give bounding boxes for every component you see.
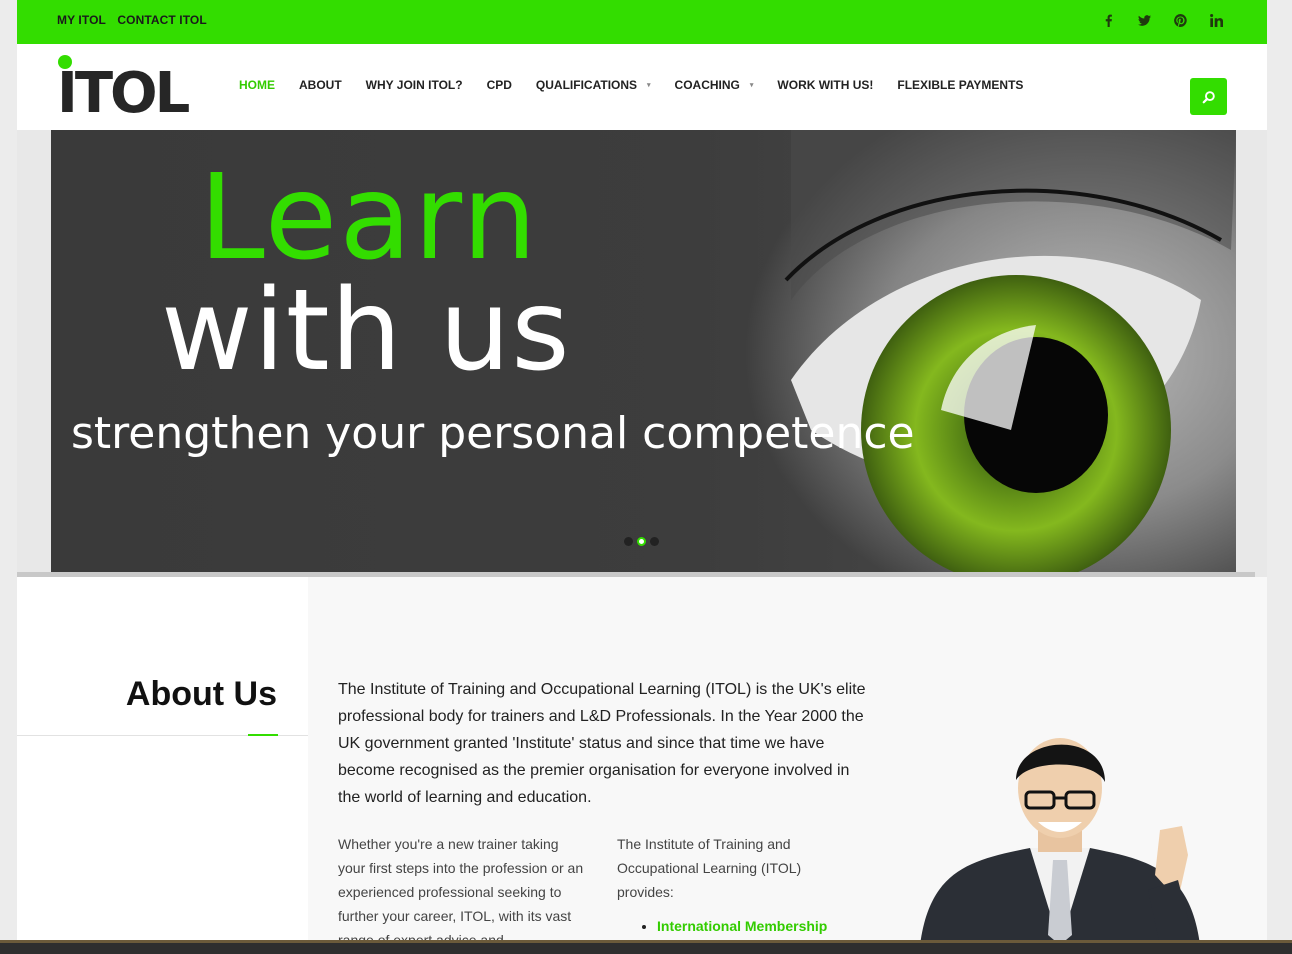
itol-logo[interactable]: ITOL xyxy=(57,54,190,126)
hero-slider: Learn with us strengthen your personal c… xyxy=(17,130,1267,577)
nav-qualifications[interactable]: QUALIFICATIONS ▾ xyxy=(536,78,651,92)
about-sidebar: About Us xyxy=(17,577,308,954)
slider-dot-active[interactable] xyxy=(637,537,646,546)
top-links: MY ITOL CONTACT ITOL xyxy=(57,13,215,27)
nav-home[interactable]: HOME xyxy=(239,78,275,92)
nav-cpd-label: CPD xyxy=(486,78,512,92)
nav-why-join[interactable]: WHY JOIN ITOL? xyxy=(366,78,463,92)
nav-about-label: ABOUT xyxy=(299,78,342,92)
hero-headline-with-us: with us xyxy=(161,266,571,396)
search-icon xyxy=(1202,90,1215,103)
about-column-2-text: The Institute of Training and Occupation… xyxy=(617,836,802,900)
hero-subheadline: strengthen your personal competence xyxy=(71,408,915,459)
provides-list: International Membership xyxy=(617,914,837,938)
slider-dots xyxy=(624,537,659,546)
dropdown-caret-icon: ▾ xyxy=(749,82,754,89)
slider-dot[interactable] xyxy=(624,537,633,546)
social-links xyxy=(1101,11,1223,29)
nav-about[interactable]: ABOUT xyxy=(299,78,342,92)
nav-why-join-label: WHY JOIN ITOL? xyxy=(365,78,463,92)
page: MY ITOL CONTACT ITOL ITOL HOME ABOUT WHY… xyxy=(17,0,1267,954)
about-intro: The Institute of Training and Occupation… xyxy=(338,681,866,806)
about-title: About Us xyxy=(125,675,277,713)
list-item-international-membership[interactable]: International Membership xyxy=(657,914,837,938)
twitter-icon[interactable] xyxy=(1137,11,1151,29)
nav-flexible-payments[interactable]: FLEXIBLE PAYMENTS xyxy=(897,78,1023,92)
search-button[interactable] xyxy=(1190,78,1227,115)
nav-coaching-label: COACHING xyxy=(674,78,740,92)
nav-flexible-payments-label: FLEXIBLE PAYMENTS xyxy=(897,78,1024,92)
about-column-2: The Institute of Training and Occupation… xyxy=(617,832,837,938)
taskbar-strip-edge xyxy=(0,940,1292,943)
my-itol-link[interactable]: MY ITOL xyxy=(57,13,106,27)
nav-work-with-us[interactable]: WORK WITH US! xyxy=(777,78,873,92)
slider-dot[interactable] xyxy=(650,537,659,546)
hero-slide: Learn with us strengthen your personal c… xyxy=(51,130,1236,577)
nav-qualifications-label: QUALIFICATIONS xyxy=(535,78,638,92)
pinterest-icon[interactable] xyxy=(1173,11,1187,29)
businessman-image xyxy=(920,738,1200,945)
nav-home-label: HOME xyxy=(239,78,275,92)
linkedin-icon[interactable] xyxy=(1209,11,1223,29)
facebook-icon[interactable] xyxy=(1101,11,1115,29)
site-header: ITOL HOME ABOUT WHY JOIN ITOL? CPD QUALI… xyxy=(17,44,1267,130)
nav-coaching[interactable]: COACHING ▾ xyxy=(675,78,754,92)
contact-itol-link[interactable]: CONTACT ITOL xyxy=(117,13,206,27)
top-bar: MY ITOL CONTACT ITOL xyxy=(17,0,1267,44)
hero-headline-learn: Learn xyxy=(199,148,539,286)
nav-cpd[interactable]: CPD xyxy=(487,78,512,92)
dropdown-caret-icon: ▾ xyxy=(647,82,651,89)
about-accent-line xyxy=(248,734,278,736)
main-nav: HOME ABOUT WHY JOIN ITOL? CPD QUALIFICAT… xyxy=(239,78,1047,92)
nav-work-with-us-label: WORK WITH US! xyxy=(777,78,874,92)
about-column-1: Whether you're a new trainer taking your… xyxy=(338,836,584,948)
logo-text: ITOL xyxy=(57,61,190,126)
